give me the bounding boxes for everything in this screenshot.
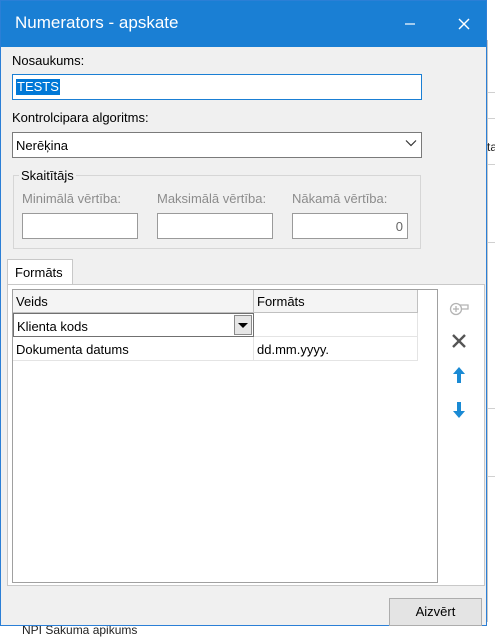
row2-type-cell[interactable]: Dokumenta datums [13, 337, 254, 361]
max-value-label: Maksimālā vērtība: [157, 191, 267, 206]
title-bar: Numerators - apskate [1, 1, 486, 47]
row2-format-value: dd.mm.yyyy. [257, 342, 329, 357]
background-gridline [488, 118, 495, 119]
row1-format-cell[interactable] [254, 313, 418, 337]
column-header-format-label: Formāts [257, 294, 305, 309]
column-header-format[interactable]: Formāts [254, 290, 418, 313]
row1-type-cell[interactable]: Klienta kods [13, 313, 254, 337]
row1-type-dropdown-button[interactable] [234, 315, 252, 335]
close-dialog-button[interactable]: Aizvērt [389, 598, 482, 626]
background-gridline [488, 476, 495, 477]
background-window-edge [487, 40, 495, 638]
background-gridline [488, 408, 495, 409]
checkdigit-select[interactable]: Nerēķina [12, 132, 422, 158]
background-gridline [488, 242, 495, 243]
row2-format-cell[interactable]: dd.mm.yyyy. [254, 337, 418, 361]
column-header-type-label: Veids [16, 294, 48, 309]
row2-type-value: Dokumenta datums [16, 342, 129, 357]
tab-format-label: Formāts [15, 265, 63, 280]
counter-group-title: Skaitītājs [19, 168, 76, 183]
move-up-icon[interactable] [448, 364, 470, 386]
numerator-dialog: Numerators - apskate Nosaukums: TESTS Ko… [0, 0, 487, 626]
chevron-down-icon [405, 140, 417, 147]
checkdigit-value: Nerēķina [16, 138, 69, 153]
max-value-input[interactable] [157, 213, 273, 239]
dropdown-arrow-icon [238, 323, 248, 328]
move-down-icon[interactable] [448, 399, 470, 421]
window-title: Numerators - apskate [15, 13, 179, 32]
next-value-label: Nākamā vērtība: [292, 191, 388, 206]
min-value-label: Minimālā vērtība: [22, 191, 121, 206]
name-input[interactable]: TESTS [12, 74, 422, 100]
row1-type-value: Klienta kods [17, 319, 88, 334]
name-label: Nosaukums: [12, 53, 85, 68]
minimize-icon [405, 23, 415, 25]
close-icon [458, 18, 470, 30]
minimize-button[interactable] [387, 1, 433, 47]
delete-icon[interactable] [448, 330, 470, 352]
tab-format[interactable]: Formāts [7, 259, 73, 285]
next-value-text: 0 [395, 219, 403, 234]
next-value-input[interactable]: 0 [292, 213, 408, 239]
checkdigit-label: Kontrolcipara algoritms: [12, 110, 149, 125]
close-window-button[interactable] [441, 1, 487, 47]
name-input-value: TESTS [16, 79, 60, 95]
background-gridline [488, 164, 495, 165]
min-value-input[interactable] [22, 213, 138, 239]
background-gridline [488, 92, 495, 93]
format-grid[interactable]: Veids Formāts Klienta kods Dokumenta dat… [12, 289, 438, 583]
format-tab-panel: Veids Formāts Klienta kods Dokumenta dat… [7, 284, 485, 586]
column-header-type[interactable]: Veids [13, 290, 254, 313]
background-text-fragment: ta [487, 140, 495, 154]
add-icon[interactable] [448, 297, 470, 319]
